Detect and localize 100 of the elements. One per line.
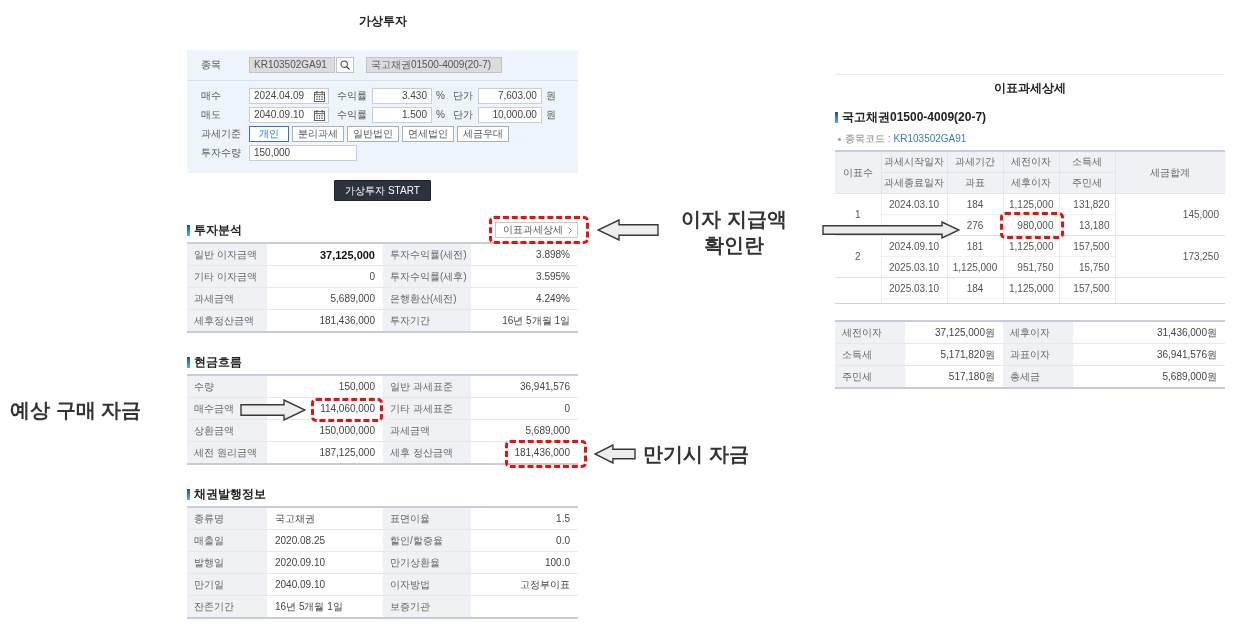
start-button[interactable]: 가상투자 START bbox=[334, 180, 431, 201]
column-header: 세금합계 bbox=[1115, 151, 1225, 194]
row-label: 과세금액 bbox=[187, 287, 267, 310]
name-field[interactable]: 국고채권01500-4009(20-7) bbox=[366, 57, 502, 73]
page-title: 가상투자 bbox=[358, 14, 407, 28]
coupon-number: 1 bbox=[854, 209, 861, 220]
field-label: 단가 bbox=[452, 109, 473, 121]
table-cell: 16년 5개월 1일 bbox=[471, 309, 578, 332]
section-title: 투자분석 bbox=[194, 223, 242, 237]
tax-basis-option[interactable]: 면세법인 bbox=[402, 126, 454, 142]
row-label: 기타 과세표준 bbox=[383, 397, 471, 420]
row-label: 상환금액 bbox=[187, 419, 267, 442]
table-cell: 2025.03.10 bbox=[881, 277, 947, 299]
table-cell: 0 bbox=[471, 397, 578, 420]
unit-label: % bbox=[436, 109, 445, 121]
row-label: 발행일 bbox=[187, 551, 267, 574]
column-header: 이표수 bbox=[835, 151, 881, 194]
field-label: 수익률 bbox=[337, 109, 367, 121]
table-cell: 1,125,000 bbox=[947, 256, 1003, 278]
row-label: 총세금 bbox=[1003, 365, 1073, 388]
row-label: 세후 정산금액 bbox=[383, 441, 471, 464]
row-label: 할인/할증율 bbox=[383, 529, 471, 552]
table-cell: 3.898% bbox=[471, 243, 578, 266]
security-code: KR103502GA91 bbox=[893, 133, 967, 145]
row-label: 투자기간 bbox=[383, 309, 471, 332]
unit-label: 원 bbox=[545, 90, 556, 102]
price-field[interactable]: 7,603.00 bbox=[477, 88, 542, 104]
row-label: 잔존기간 bbox=[187, 595, 267, 618]
yield-field[interactable]: 3.430 bbox=[372, 88, 432, 104]
row-label: 만기일 bbox=[187, 573, 267, 596]
dashed-highlight-frame bbox=[1000, 212, 1064, 239]
quantity-field[interactable]: 150,000 bbox=[249, 145, 357, 161]
row-label: 만기상환율 bbox=[383, 551, 471, 574]
field-label: 종목 bbox=[201, 59, 222, 71]
code-field[interactable]: KR103502GA91 bbox=[249, 57, 335, 73]
table-cell: 1.5 bbox=[471, 507, 578, 530]
row-label: 과표이자 bbox=[1003, 343, 1073, 366]
row-label: 투자수익률(세전) bbox=[383, 243, 471, 266]
table-cell: 36,941,576원 bbox=[1073, 343, 1225, 366]
row-label: 수량 bbox=[187, 375, 267, 398]
row-label: 세후정산금액 bbox=[187, 309, 267, 332]
tax-basis-option[interactable]: 세금우대 bbox=[457, 126, 509, 142]
bullet-icon bbox=[838, 137, 841, 141]
search-button[interactable] bbox=[336, 57, 354, 73]
detail-button[interactable]: 이표과세상세 bbox=[495, 222, 578, 238]
row-label: 종류명 bbox=[187, 507, 267, 530]
row-label: 매출일 bbox=[187, 529, 267, 552]
yield-field[interactable]: 1.500 bbox=[372, 107, 432, 123]
column-header: 세전이자 bbox=[1003, 151, 1059, 173]
row-label: 세전이자 bbox=[835, 321, 905, 344]
table-cell: 36,941,576 bbox=[471, 375, 578, 398]
row-label: 이자방법 bbox=[383, 573, 471, 596]
heading-bar-icon bbox=[187, 224, 190, 236]
heading-bar-icon bbox=[187, 356, 190, 368]
dashed-highlight-frame bbox=[311, 398, 383, 422]
table-cell: 4.249% bbox=[471, 287, 578, 310]
table-cell: 157,500 bbox=[1059, 277, 1115, 299]
table-cell: 100.0 bbox=[471, 551, 578, 574]
annotation-text: 예상 구매 자금 bbox=[10, 398, 142, 423]
table-cell: 181,436,000 bbox=[471, 441, 578, 464]
date-field[interactable]: 2024.04.09 bbox=[249, 88, 329, 104]
coupon-number: 2 bbox=[854, 251, 861, 262]
tax-basis-option[interactable]: 분리과세 bbox=[292, 126, 344, 142]
row-label: 세전 원리금액 bbox=[187, 441, 267, 464]
table-cell: 951,750 bbox=[1003, 256, 1059, 278]
table-cell: 5,689,000원 bbox=[1073, 365, 1225, 388]
calendar-icon[interactable] bbox=[314, 109, 325, 121]
unit-label: 원 bbox=[545, 109, 556, 121]
row-label: 세후이자 bbox=[1003, 321, 1073, 344]
field-label: 단가 bbox=[452, 90, 473, 102]
tax-basis-option[interactable]: 개인 bbox=[249, 126, 289, 142]
price-field[interactable]: 10,000.00 bbox=[477, 107, 542, 123]
tax-basis-option[interactable]: 일반법인 bbox=[347, 126, 399, 142]
table-cell: 3.595% bbox=[471, 265, 578, 288]
annotation-text: 이자 지급액 확인란 bbox=[680, 207, 788, 258]
popup-title: 이표과세상세 bbox=[994, 81, 1066, 95]
row-label: 투자수익률(세후) bbox=[383, 265, 471, 288]
chevron-right-icon bbox=[568, 226, 572, 234]
table-cell: 고정부이표 bbox=[471, 573, 578, 596]
column-header: 과세시작일자 bbox=[881, 151, 947, 173]
section-title: 현금흐름 bbox=[194, 355, 242, 369]
heading-bar-icon bbox=[835, 111, 838, 123]
tax-total: 173,250 bbox=[1182, 251, 1219, 262]
tax-total: 145,000 bbox=[1182, 209, 1219, 220]
row-label: 표면이율 bbox=[383, 507, 471, 530]
row-label: 일반 과세표준 bbox=[383, 375, 471, 398]
calendar-icon[interactable] bbox=[314, 90, 325, 102]
column-header: 소득세 bbox=[1059, 151, 1115, 173]
date-field[interactable]: 2040.09.10 bbox=[249, 107, 329, 123]
table-cell: 31,436,000원 bbox=[1073, 321, 1225, 344]
column-header: 과세기간 bbox=[947, 151, 1003, 173]
table-cell: 1,125,000 bbox=[1003, 235, 1059, 257]
row-label: 소득세 bbox=[835, 343, 905, 366]
table-cell: 5,689,000 bbox=[471, 419, 578, 442]
field-label: 매도 bbox=[201, 109, 222, 121]
row-label: 보증기관 bbox=[383, 595, 471, 618]
annotation-text: 만기시 자금 bbox=[643, 442, 749, 467]
search-icon bbox=[340, 60, 350, 70]
table-cell: 0.0 bbox=[471, 529, 578, 552]
row-label: 과세금액 bbox=[383, 419, 471, 442]
